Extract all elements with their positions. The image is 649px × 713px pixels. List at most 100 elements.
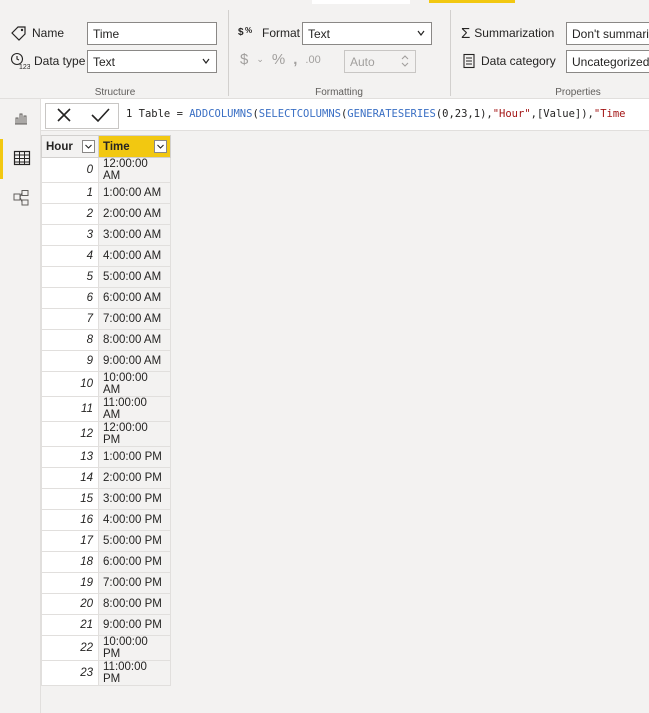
cell-time[interactable]: 12:00:00 AM [98,157,171,183]
cell-hour[interactable]: 16 [41,509,99,531]
report-view-button[interactable] [0,99,41,139]
chevron-down-icon[interactable] [82,140,95,153]
cell-hour[interactable]: 8 [41,329,99,351]
cell-hour[interactable]: 6 [41,287,99,309]
table-row: 14 2:00:00 PM [41,467,171,489]
table-row: 7 7:00:00 AM [41,308,171,330]
cell-hour[interactable]: 14 [41,467,99,489]
cell-time[interactable]: 10:00:00 PM [98,635,171,661]
cell-hour[interactable]: 9 [41,350,99,372]
cell-hour[interactable]: 0 [41,157,99,183]
cell-hour[interactable]: 22 [41,635,99,661]
cell-time[interactable]: 7:00:00 AM [98,308,171,330]
cell-hour[interactable]: 12 [41,421,99,447]
cell-time[interactable]: 10:00:00 AM [98,371,171,397]
svg-text:%: % [245,26,252,35]
cell-time[interactable]: 3:00:00 PM [98,488,171,510]
cell-hour[interactable]: 23 [41,660,99,686]
percent-icon[interactable]: % [272,51,285,68]
currency-icon[interactable]: $ [240,51,248,68]
format-select[interactable]: Text [302,22,432,45]
spinner-icon[interactable] [400,52,410,72]
structure-group-label: Structure [94,87,136,98]
data-view-button[interactable] [0,139,41,179]
data-table: Hour Time 0 12:00:00 AM 1 1:00:00 AM 2 2:00:0… [41,135,171,686]
chevron-down-icon[interactable] [154,140,167,153]
cell-time[interactable]: 8:00:00 AM [98,329,171,351]
cell-hour[interactable]: 1 [41,182,99,204]
cell-hour[interactable]: 3 [41,224,99,246]
cell-time[interactable]: 2:00:00 PM [98,467,171,489]
cell-hour[interactable]: 15 [41,488,99,510]
close-icon[interactable] [54,105,74,128]
cell-hour[interactable]: 7 [41,308,99,330]
summarization-select[interactable]: Don't summari [566,22,649,45]
formula-input[interactable]: 1 Table = ADDCOLUMNS(SELECTCOLUMNS(GENER… [126,108,625,120]
cell-time[interactable]: 9:00:00 PM [98,614,171,636]
cell-time[interactable]: 8:00:00 PM [98,593,171,615]
cell-time[interactable]: 9:00:00 AM [98,350,171,372]
cell-time[interactable]: 11:00:00 PM [98,660,171,686]
data-type-label: 123 Data type [10,50,85,72]
name-input[interactable]: Time [87,22,217,45]
cell-time[interactable]: 4:00:00 PM [98,509,171,531]
svg-text:123: 123 [19,64,30,70]
model-icon [12,189,30,210]
cell-hour[interactable]: 21 [41,614,99,636]
comma-icon[interactable]: , [293,51,297,68]
cell-hour[interactable]: 17 [41,530,99,552]
clock-123-icon: 123 [10,52,30,70]
cell-time[interactable]: 5:00:00 PM [98,530,171,552]
table-row: 1 1:00:00 AM [41,182,171,204]
cell-hour[interactable]: 5 [41,266,99,288]
chevron-down-icon [416,27,426,42]
format-label: $% Format [238,24,301,42]
data-type-select[interactable]: Text [87,50,217,73]
chevron-down-icon[interactable]: ⌄ [256,54,264,65]
cell-time[interactable]: 6:00:00 PM [98,551,171,573]
cell-hour[interactable]: 20 [41,593,99,615]
cell-hour[interactable]: 11 [41,396,99,422]
cell-time[interactable]: 1:00:00 AM [98,182,171,204]
cell-hour[interactable]: 10 [41,371,99,397]
number-format-buttons: $ ⌄ % , .00 [240,51,321,68]
decimal-places-input[interactable]: Auto [344,50,416,73]
cell-time[interactable]: 5:00:00 AM [98,266,171,288]
cell-time[interactable]: 3:00:00 AM [98,224,171,246]
table-row: 10 10:00:00 AM [41,371,171,397]
cell-hour[interactable]: 4 [41,245,99,267]
formatting-group-label: Formatting [315,87,363,98]
decimal-icon[interactable]: .00 [305,54,320,66]
data-category-select[interactable]: Uncategorized [566,50,649,73]
properties-group-label: Properties [555,87,601,98]
ribbon-divider [228,10,229,96]
check-icon[interactable] [89,105,111,128]
summarization-label: Σ Summarization [461,24,555,42]
bar-chart-icon [13,110,29,129]
cell-time[interactable]: 11:00:00 AM [98,396,171,422]
table-row: 21 9:00:00 PM [41,614,171,636]
cell-hour[interactable]: 18 [41,551,99,573]
table-grid-icon [13,150,31,169]
cell-time[interactable]: 1:00:00 PM [98,446,171,468]
column-header-time[interactable]: Time [98,135,171,158]
cell-time[interactable]: 2:00:00 AM [98,203,171,225]
cell-time[interactable]: 12:00:00 PM [98,421,171,447]
data-category-label: Data category [461,50,556,72]
cell-time[interactable]: 7:00:00 PM [98,572,171,594]
cell-hour[interactable]: 19 [41,572,99,594]
table-row: 12 12:00:00 PM [41,421,171,447]
cell-time[interactable]: 6:00:00 AM [98,287,171,309]
table-row: 5 5:00:00 AM [41,266,171,288]
cell-hour[interactable]: 13 [41,446,99,468]
dollar-percent-icon: $% [238,24,258,42]
sigma-icon: Σ [461,24,471,42]
column-header-hour[interactable]: Hour [41,135,99,158]
table-row: 11 11:00:00 AM [41,396,171,422]
cell-time[interactable]: 4:00:00 AM [98,245,171,267]
cell-hour[interactable]: 2 [41,203,99,225]
ribbon-tab-active-indicator [429,0,515,3]
formula-bar: 1 Table = ADDCOLUMNS(SELECTCOLUMNS(GENER… [41,99,649,131]
model-view-button[interactable] [0,179,41,219]
name-label: Name [10,22,64,44]
